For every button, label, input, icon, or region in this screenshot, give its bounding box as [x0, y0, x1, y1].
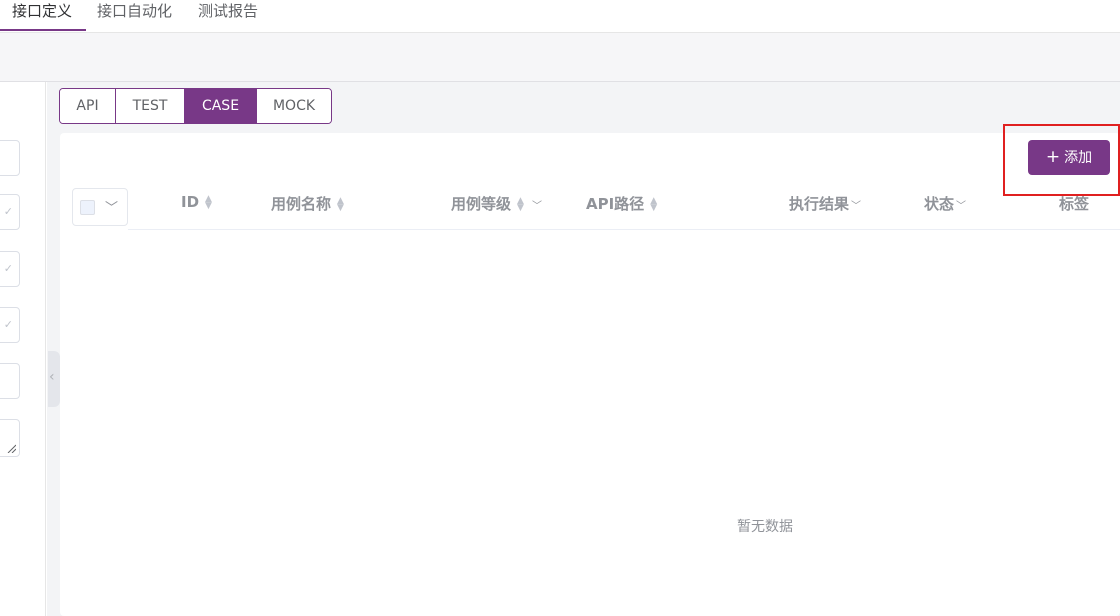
chevron-left-icon: ‹ — [49, 369, 55, 385]
aside-select[interactable]: ✓ — [0, 307, 20, 343]
column-label: 用例等级 — [451, 195, 512, 213]
tab-test-report[interactable]: 测试报告 — [198, 0, 258, 32]
filter-icon[interactable]: ﹀ — [851, 201, 861, 212]
column-label: 标签 — [1059, 195, 1090, 213]
sort-icon[interactable]: ▲ ▼ — [650, 196, 657, 212]
tab-api-automation[interactable]: 接口自动化 — [97, 0, 172, 32]
aside-select[interactable]: ✓ — [0, 251, 20, 287]
mode-api[interactable]: API — [60, 89, 116, 123]
sort-icon[interactable]: ▲ ▼ — [205, 194, 212, 210]
mode-test[interactable]: TEST — [116, 89, 185, 123]
top-nav: 接口定义 接口自动化 测试报告 — [0, 0, 1120, 32]
column-label: API路径 — [586, 195, 645, 213]
mode-switch: API TEST CASE MOCK — [59, 88, 332, 124]
aside-input[interactable] — [0, 363, 20, 399]
column-status[interactable]: 状态 ﹀ — [924, 193, 966, 214]
column-label: 状态 — [924, 195, 955, 213]
filter-icon[interactable]: ﹀ — [956, 201, 966, 212]
aside-input[interactable] — [0, 140, 20, 176]
check-icon: ✓ — [3, 205, 13, 218]
sort-icon[interactable]: ▲ ▼ — [337, 196, 344, 212]
column-exec-result[interactable]: 执行结果 ﹀ — [789, 193, 861, 214]
column-tags: 标签 — [1059, 193, 1089, 214]
active-tab-indicator — [0, 29, 86, 31]
aside-collapse-toggle[interactable]: ‹ — [48, 351, 60, 407]
column-case-name[interactable]: 用例名称 ▲ ▼ — [271, 193, 344, 214]
column-label: ID — [181, 193, 200, 211]
toolbar-band — [0, 32, 1120, 82]
mode-mock[interactable]: MOCK — [257, 89, 331, 123]
left-aside: ✓ ✓ ✓ — [0, 82, 46, 616]
check-icon: ✓ — [3, 262, 13, 275]
column-label: 执行结果 — [789, 195, 850, 213]
column-label: 用例名称 — [271, 195, 332, 213]
sort-icon[interactable]: ▲ ▼ — [517, 196, 524, 212]
select-all-checkbox[interactable] — [80, 200, 95, 215]
aside-textarea[interactable] — [0, 419, 20, 457]
check-icon: ✓ — [3, 318, 13, 331]
mode-case[interactable]: CASE — [185, 89, 257, 123]
empty-state-text: 暂无数据 — [737, 519, 793, 535]
column-id[interactable]: ID ▲ ▼ — [181, 193, 212, 211]
resize-handle-icon[interactable] — [6, 443, 16, 453]
filter-icon[interactable]: ﹀ — [532, 201, 542, 212]
column-api-path[interactable]: API路径 ▲ ▼ — [586, 193, 657, 214]
aside-select[interactable]: ✓ — [0, 194, 20, 230]
select-all-dropdown[interactable]: ﹀ — [72, 188, 128, 226]
column-case-level[interactable]: 用例等级 ▲ ▼ ﹀ — [451, 193, 542, 214]
tab-api-definition[interactable]: 接口定义 — [12, 0, 72, 32]
chevron-down-icon: ﹀ — [105, 201, 119, 216]
